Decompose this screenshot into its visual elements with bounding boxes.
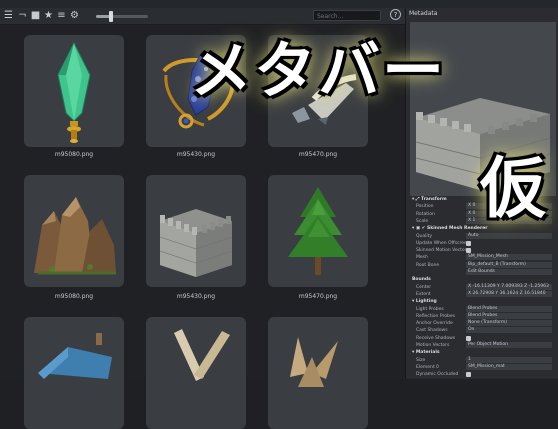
- property-label: Cast Shadows: [416, 328, 448, 334]
- property-label: ▾ Lighting: [412, 299, 437, 305]
- property-row: Center X -16.11309 Y 7.009393 Z -1.25963: [406, 283, 558, 291]
- property-value-field[interactable]: SM_Mission_mat: [466, 363, 552, 370]
- property-label: Light Probes: [416, 306, 444, 312]
- property-value-field[interactable]: Edit Bounds: [466, 269, 552, 275]
- property-value-field[interactable]: Blend Probes: [466, 305, 552, 312]
- section-header[interactable]: ▾ Lighting: [406, 298, 558, 305]
- asset-label: m95430.png: [176, 151, 216, 158]
- property-value-field[interactable]: Bip_default_B (Transform): [466, 261, 552, 268]
- overlay-title: メタバー: [190, 34, 447, 107]
- asset-thumbnail-house[interactable]: [24, 317, 124, 429]
- property-label: Update When Offscreen: [416, 240, 470, 246]
- property-row: Element 0 SM_Mission_mat: [406, 363, 558, 371]
- asset-label: m95080.png: [54, 293, 94, 300]
- property-row: Motion Vectors Per Object Motion: [406, 342, 558, 349]
- property-row: Mesh SM_Mission_Mesh: [406, 254, 558, 261]
- property-value-field[interactable]: Blend Probes: [466, 312, 552, 319]
- property-value-field[interactable]: Auto: [466, 232, 552, 239]
- property-label: Dynamic Occluded: [416, 372, 459, 378]
- property-row: Quality Auto: [406, 232, 558, 240]
- property-label: Scale: [416, 218, 429, 224]
- section-header[interactable]: ▾ Materials: [406, 349, 558, 356]
- property-row: Dynamic Occluded: [406, 371, 558, 378]
- asset-thumbnail-rocks[interactable]: [24, 175, 124, 287]
- property-label: ▾ ▣ ✔ Skinned Mesh Renderer: [412, 226, 488, 232]
- property-label: Mesh: [416, 255, 428, 261]
- app-window: ☰ ¬ ■ ★ ≡ ⚙ Search... ? m95080.png m9543…: [0, 0, 558, 429]
- property-label: Extent: [416, 291, 431, 297]
- property-value-field[interactable]: Per Object Motion: [466, 342, 552, 348]
- property-label: Bounds: [412, 277, 431, 283]
- filter-list-icon[interactable]: ≡: [56, 10, 67, 21]
- property-row: Receive Shadows: [406, 335, 558, 342]
- asset-label: m95080.png: [54, 151, 94, 158]
- asset-thumbnail-crystal[interactable]: [24, 35, 124, 147]
- property-value-field[interactable]: SM_Mission_Mesh: [466, 254, 552, 261]
- property-label: Reflection Probes: [416, 313, 455, 319]
- property-value-field[interactable]: None (Transform): [466, 320, 552, 327]
- asset-thumbnail-spikes[interactable]: [268, 317, 368, 429]
- asset-thumbnail-beams[interactable]: [146, 317, 246, 429]
- property-label: Center: [416, 284, 432, 290]
- checkbox[interactable]: [466, 372, 471, 378]
- property-label: ▾ ⤢ Transform: [412, 197, 447, 202]
- property-value-field[interactable]: On: [466, 327, 552, 334]
- asset-label: m95430.png: [176, 293, 216, 300]
- property-label: Size: [416, 357, 426, 363]
- property-row: Extent X 26.72908 Y 36.1624 Z 16.51840: [406, 290, 558, 298]
- property-value-field[interactable]: X 26.72908 Y 36.1624 Z 16.51840: [466, 290, 552, 297]
- property-label: Motion Vectors: [416, 343, 450, 348]
- section-header[interactable]: Bounds: [406, 276, 558, 283]
- property-label: Receive Shadows: [416, 335, 456, 341]
- asset-thumbnail-castle[interactable]: [146, 175, 246, 287]
- property-value-field[interactable]: X -16.11309 Y 7.009393 Z -1.25963: [466, 283, 552, 290]
- overlay-subtitle: 仮: [480, 150, 546, 227]
- property-label: Element 0: [416, 364, 439, 370]
- return-icon[interactable]: ¬: [17, 10, 28, 21]
- asset-thumbnail-tree[interactable]: [268, 175, 368, 287]
- property-value-field[interactable]: 1: [466, 356, 552, 363]
- property-row: Cast Shadows On: [406, 327, 558, 334]
- property-row: Size 1: [406, 356, 558, 364]
- star-icon[interactable]: ★: [43, 10, 54, 21]
- property-label: Position: [416, 204, 434, 210]
- folder-icon[interactable]: ■: [30, 10, 41, 21]
- checkbox[interactable]: [466, 240, 471, 246]
- property-label: Anchor Override: [416, 321, 453, 327]
- gear-icon[interactable]: ⚙: [69, 10, 80, 21]
- property-row: Reflection Probes Blend Probes: [406, 312, 558, 320]
- property-row: Edit Bounds: [406, 269, 558, 276]
- property-label: Quality: [416, 233, 433, 239]
- property-row: Light Probes Blend Probes: [406, 305, 558, 313]
- thumbnail-size-slider[interactable]: [96, 11, 148, 22]
- help-button[interactable]: ?: [390, 9, 401, 20]
- property-label: ▾ Materials: [412, 350, 440, 356]
- list-icon[interactable]: ☰: [3, 10, 14, 21]
- checkbox[interactable]: [466, 335, 471, 341]
- property-row: Update When Offscreen: [406, 240, 558, 247]
- property-row: Anchor Override None (Transform): [406, 320, 558, 327]
- property-label: Skinned Motion Vectors: [416, 248, 469, 254]
- property-label: Root Bone: [416, 262, 440, 268]
- property-row: Root Bone Bip_default_B (Transform): [406, 261, 558, 269]
- asset-label: m95470.png: [298, 151, 338, 158]
- asset-label: m95470.png: [298, 293, 338, 300]
- checkbox[interactable]: [466, 248, 471, 254]
- property-label: Rotation: [416, 211, 435, 217]
- panel-title: Metadata: [409, 10, 438, 17]
- slider-handle[interactable]: [109, 11, 113, 22]
